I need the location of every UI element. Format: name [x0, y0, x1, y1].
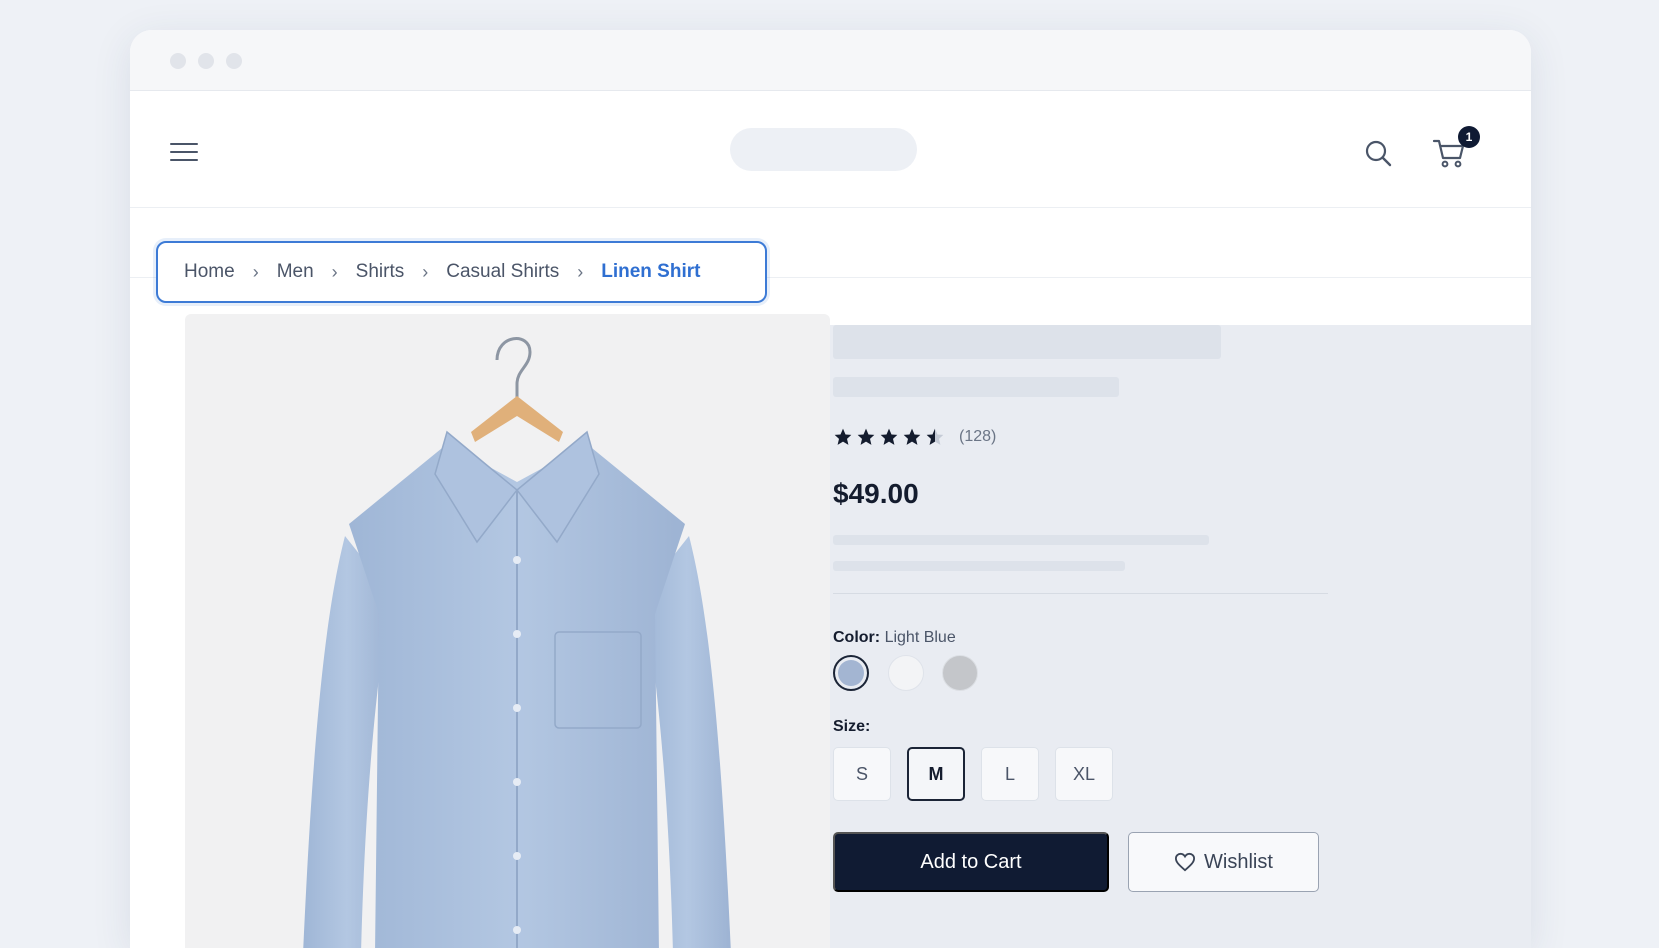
window-dot-minimize[interactable]	[198, 53, 214, 69]
color-value: Light Blue	[884, 629, 956, 646]
wishlist-label: Wishlist	[1204, 850, 1273, 873]
size-option-l[interactable]: L	[981, 747, 1039, 801]
title-bar	[130, 30, 1531, 91]
color-label-title: Color:	[833, 629, 881, 646]
top-navigation: 1	[130, 92, 1531, 208]
product-price: $49.00	[833, 478, 919, 509]
star-icon	[857, 428, 875, 445]
chevron-right-icon: ›	[577, 261, 584, 282]
star-icon	[880, 428, 898, 445]
product-title-placeholder	[833, 325, 1221, 359]
size-label: Size:	[833, 718, 871, 735]
breadcrumb-shirts[interactable]: Shirts	[356, 261, 405, 283]
breadcrumb: Home › Men › Shirts › Casual Shirts › Li…	[156, 241, 767, 303]
wishlist-button[interactable]: Wishlist	[1128, 832, 1319, 892]
size-option-m[interactable]: M	[907, 747, 965, 801]
window-dot-maximize[interactable]	[226, 53, 242, 69]
search-icon[interactable]	[1363, 138, 1393, 168]
cart-button[interactable]: 1	[1432, 126, 1480, 170]
browser-window: 1 Home › Men › Shirts › Casual Shirts › …	[130, 30, 1531, 948]
cart-count-badge: 1	[1458, 126, 1480, 148]
star-icon	[903, 428, 921, 445]
color-swatch-light-blue[interactable]	[833, 655, 869, 691]
breadcrumb-casual-shirts[interactable]: Casual Shirts	[446, 261, 559, 283]
size-option-xl[interactable]: XL	[1055, 747, 1113, 801]
add-to-cart-button[interactable]: Add to Cart	[833, 832, 1109, 892]
window-dot-close[interactable]	[170, 53, 186, 69]
review-count[interactable]: (128)	[959, 428, 996, 446]
product-image[interactable]	[185, 314, 830, 948]
rating-stars	[833, 427, 945, 447]
chevron-right-icon: ›	[252, 261, 259, 282]
color-swatch-white[interactable]	[888, 655, 924, 691]
menu-icon[interactable]	[170, 143, 198, 163]
chevron-right-icon: ›	[422, 261, 429, 282]
breadcrumb-row: Home › Men › Shirts › Casual Shirts › Li…	[130, 208, 1531, 303]
chevron-right-icon: ›	[331, 261, 338, 282]
color-swatch-gray[interactable]	[942, 655, 978, 691]
description-placeholder-line	[833, 535, 1209, 545]
color-label: Color: Light Blue	[833, 629, 956, 647]
divider	[833, 593, 1328, 594]
breadcrumb-current: Linen Shirt	[601, 261, 701, 282]
heart-icon	[1175, 852, 1196, 872]
product-subtitle-placeholder	[833, 377, 1119, 397]
size-option-s[interactable]: S	[833, 747, 891, 801]
product-rating[interactable]: (128)	[833, 427, 996, 447]
logo-placeholder[interactable]	[730, 128, 917, 171]
breadcrumb-home[interactable]: Home	[184, 261, 235, 283]
star-half-icon	[926, 428, 944, 445]
product-info-panel: (128) $49.00 Color: Light Blue Size: S M…	[830, 325, 1531, 948]
description-placeholder-line	[833, 561, 1125, 571]
breadcrumb-men[interactable]: Men	[277, 261, 314, 283]
star-icon	[834, 428, 852, 445]
